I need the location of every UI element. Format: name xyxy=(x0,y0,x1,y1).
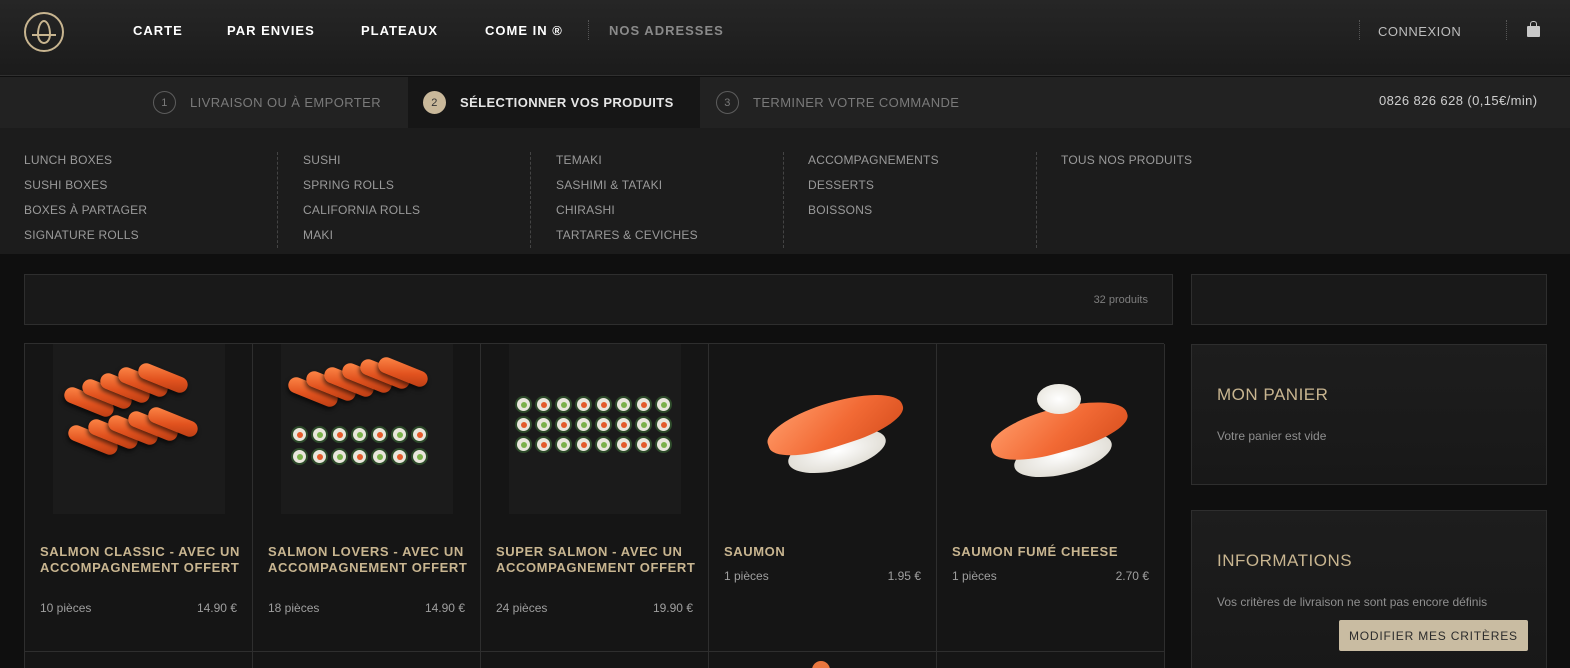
category-california-rolls[interactable]: CALIFORNIA ROLLS xyxy=(303,202,420,227)
category-sushi-boxes[interactable]: SUSHI BOXES xyxy=(24,177,147,202)
product-price: 19.90 € xyxy=(652,601,693,615)
sidebar-top-bar xyxy=(1191,274,1547,325)
step-number: 1 xyxy=(153,91,176,114)
category-signature-rolls[interactable]: SIGNATURE ROLLS xyxy=(24,227,147,252)
step-finish-order[interactable]: 3 TERMINER VOTRE COMMANDE xyxy=(716,77,959,128)
cart-title: MON PANIER xyxy=(1217,385,1329,404)
category-boxes-a-partager[interactable]: BOXES À PARTAGER xyxy=(24,202,147,227)
logo-line-shape xyxy=(32,34,56,36)
info-panel: INFORMATIONS Vos critères de livraison n… xyxy=(1191,510,1547,668)
nav-nos-adresses[interactable]: NOS ADRESSES xyxy=(609,23,724,38)
product-price: 14.90 € xyxy=(196,601,237,615)
product-card[interactable]: SUPER SALMON - AVEC UN ACCOMPAGNEMENT OF… xyxy=(481,344,709,652)
step-label: LIVRAISON OU À EMPORTER xyxy=(190,95,381,110)
category-spring-rolls[interactable]: SPRING ROLLS xyxy=(303,177,420,202)
product-pieces: 24 pièces xyxy=(496,601,548,615)
product-name[interactable]: SAUMON xyxy=(724,544,929,560)
category-column: TOUS NOS PRODUITS xyxy=(1061,152,1192,177)
category-desserts[interactable]: DESSERTS xyxy=(808,177,939,202)
product-card-partial[interactable] xyxy=(937,652,1165,668)
nav-carte[interactable]: CARTE xyxy=(133,23,183,38)
category-column: TEMAKI SASHIMI & TATAKI CHIRASHI TARTARE… xyxy=(556,152,698,252)
category-column: ACCOMPAGNEMENTS DESSERTS BOISSONS xyxy=(808,152,939,227)
product-name[interactable]: SAUMON FUMÉ CHEESE xyxy=(952,544,1157,560)
category-lunch-boxes[interactable]: LUNCH BOXES xyxy=(24,152,147,177)
cart-empty-text: Votre panier est vide xyxy=(1217,429,1327,443)
product-card[interactable]: SAUMON FUMÉ CHEESE 1 pièces 2.70 € xyxy=(937,344,1165,652)
nav-come-in[interactable]: COME IN ® xyxy=(485,23,563,38)
category-temaki[interactable]: TEMAKI xyxy=(556,152,698,177)
category-accompagnements[interactable]: ACCOMPAGNEMENTS xyxy=(808,152,939,177)
product-card[interactable]: SALMON LOVERS - AVEC UN ACCOMPAGNEMENT O… xyxy=(253,344,481,652)
step-delivery[interactable]: 1 LIVRAISON OU À EMPORTER xyxy=(153,77,381,128)
category-chirashi[interactable]: CHIRASHI xyxy=(556,202,698,227)
step-label: TERMINER VOTRE COMMANDE xyxy=(753,95,960,110)
product-image-super-salmon[interactable] xyxy=(509,344,681,514)
product-pieces: 10 pièces xyxy=(40,601,92,615)
category-divider xyxy=(783,152,784,248)
product-price: 2.70 € xyxy=(1115,569,1149,583)
step-select-products[interactable]: 2 SÉLECTIONNER VOS PRODUITS xyxy=(423,77,674,128)
category-tartares-ceviches[interactable]: TARTARES & CEVICHES xyxy=(556,227,698,252)
product-name[interactable]: SALMON CLASSIC - AVEC UN ACCOMPAGNEMENT … xyxy=(40,544,245,576)
product-price: 14.90 € xyxy=(424,601,465,615)
product-card-partial[interactable] xyxy=(25,652,253,668)
category-maki[interactable]: MAKI xyxy=(303,227,420,252)
category-divider xyxy=(1036,152,1037,248)
order-steps-bar: 1 LIVRAISON OU À EMPORTER 2 SÉLECTIONNER… xyxy=(0,77,1570,128)
phone-number: 0826 826 628 (0,15€/min) xyxy=(1379,93,1538,108)
product-pieces: 18 pièces xyxy=(268,601,320,615)
category-divider xyxy=(530,152,531,248)
product-image-salmon-classic[interactable] xyxy=(53,344,225,514)
nav-divider xyxy=(588,20,589,40)
info-title: INFORMATIONS xyxy=(1217,551,1353,570)
nav-plateaux[interactable]: PLATEAUX xyxy=(361,23,438,38)
info-text: Vos critères de livraison ne sont pas en… xyxy=(1217,595,1488,609)
product-name[interactable]: SALMON LOVERS - AVEC UN ACCOMPAGNEMENT O… xyxy=(268,544,473,576)
product-price: 1.95 € xyxy=(887,569,921,583)
logo-flame-shape xyxy=(37,20,51,44)
category-menu: LUNCH BOXES SUSHI BOXES BOXES À PARTAGER… xyxy=(0,128,1570,254)
product-count-bar: 32 produits xyxy=(24,274,1173,325)
product-name[interactable]: SUPER SALMON - AVEC UN ACCOMPAGNEMENT OF… xyxy=(496,544,701,576)
category-sashimi-tataki[interactable]: SASHIMI & TATAKI xyxy=(556,177,698,202)
category-column: LUNCH BOXES SUSHI BOXES BOXES À PARTAGER… xyxy=(24,152,147,252)
cart-panel: MON PANIER Votre panier est vide xyxy=(1191,344,1547,485)
step-label: SÉLECTIONNER VOS PRODUITS xyxy=(460,95,674,110)
step-number: 2 xyxy=(423,91,446,114)
shopping-bag-icon[interactable] xyxy=(1527,21,1540,37)
product-card-partial[interactable] xyxy=(481,652,709,668)
category-sushi[interactable]: SUSHI xyxy=(303,152,420,177)
category-column: SUSHI SPRING ROLLS CALIFORNIA ROLLS MAKI xyxy=(303,152,420,252)
product-image-saumon-fume-cheese[interactable] xyxy=(965,344,1137,514)
category-divider xyxy=(277,152,278,248)
product-count: 32 produits xyxy=(1093,294,1148,306)
top-navigation: CARTE PAR ENVIES PLATEAUX COME IN ® NOS … xyxy=(0,0,1570,76)
product-image-saumon[interactable] xyxy=(737,344,909,514)
product-card[interactable]: SALMON CLASSIC - AVEC UN ACCOMPAGNEMENT … xyxy=(25,344,253,652)
product-pieces: 1 pièces xyxy=(952,569,997,583)
product-pieces: 1 pièces xyxy=(724,569,769,583)
product-row-next xyxy=(25,652,1165,668)
login-link[interactable]: CONNEXION xyxy=(1378,24,1461,39)
brand-logo[interactable] xyxy=(24,12,64,52)
product-grid: SALMON CLASSIC - AVEC UN ACCOMPAGNEMENT … xyxy=(24,343,1165,668)
step-number: 3 xyxy=(716,91,739,114)
product-image-salmon-lovers[interactable] xyxy=(281,344,453,514)
nav-par-envies[interactable]: PAR ENVIES xyxy=(227,23,315,38)
nav-divider xyxy=(1506,20,1507,40)
product-card-partial[interactable] xyxy=(253,652,481,668)
product-card[interactable]: SAUMON 1 pièces 1.95 € xyxy=(709,344,937,652)
category-boissons[interactable]: BOISSONS xyxy=(808,202,939,227)
modify-criteria-button[interactable]: MODIFIER MES CRITÈRES xyxy=(1339,620,1528,651)
nav-divider xyxy=(1359,20,1360,40)
category-tous-nos-produits[interactable]: TOUS NOS PRODUITS xyxy=(1061,152,1192,177)
